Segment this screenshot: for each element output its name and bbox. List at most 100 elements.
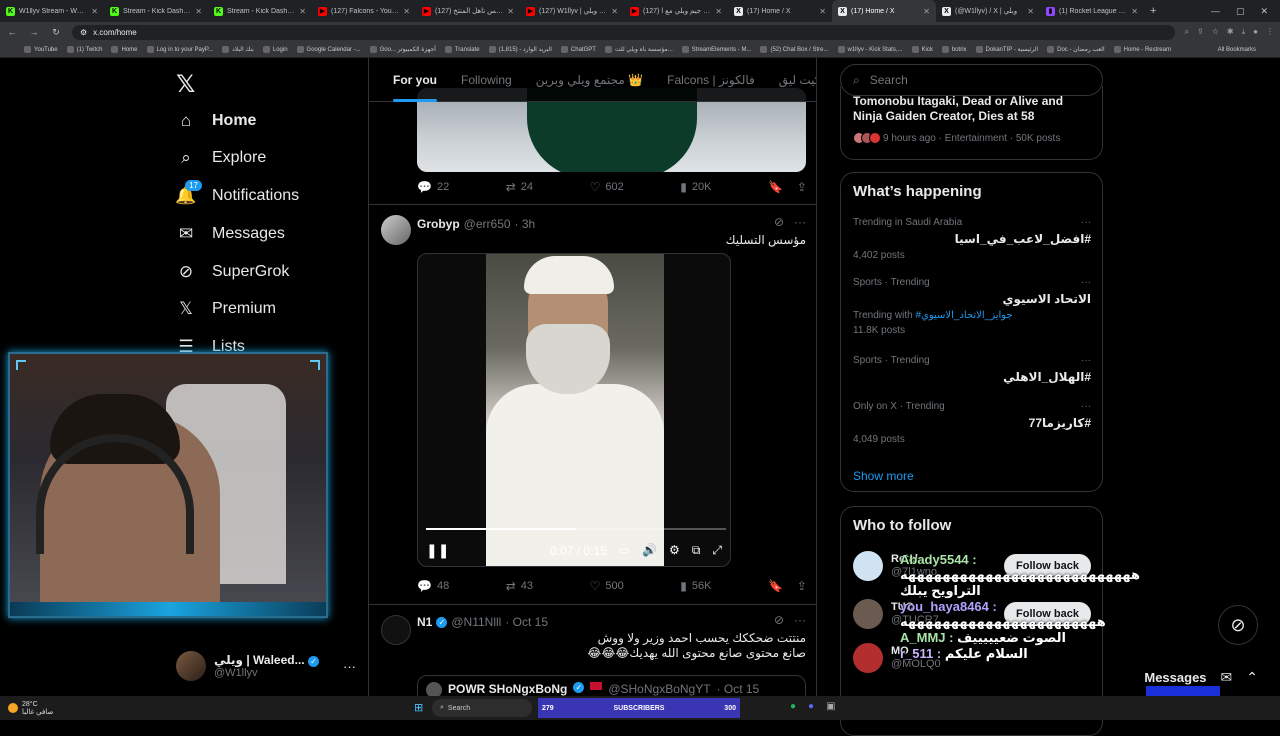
bookmark-item[interactable]: Doc - العب رمضان [1047,46,1105,53]
close-window-icon[interactable]: ✕ [1260,6,1268,17]
post-time[interactable]: · 3h [515,217,536,231]
bookmark-item[interactable]: Log in to your PayP... [146,46,213,53]
new-tab-icon[interactable]: + [1144,5,1162,17]
nav-item-notifications[interactable]: 🔔 17 Notifications [175,180,299,206]
browser-tab[interactable]: X (17) Home / X ✕ [832,0,936,22]
more-dots-icon[interactable]: ··· [794,613,806,627]
app-icon[interactable]: ▣ [826,701,835,712]
tab-community-4[interactable]: روكيت ليق | RL [767,58,816,102]
grok-icon[interactable]: ⊘ [774,613,784,627]
forward-icon[interactable]: → [28,27,40,37]
reply-button[interactable]: 💬 22 [417,180,449,194]
nav-item-messages[interactable]: ✉ Messages [176,224,285,244]
views-button[interactable]: ▮ 56K [680,579,711,593]
pause-icon[interactable]: ❚❚ [426,542,449,559]
weather-widget[interactable]: 28°C صافي غالبا [0,701,200,716]
repost-button[interactable]: ⇄ 24 [506,180,533,194]
spotify-icon[interactable]: ● [790,701,796,712]
menu-dots-icon[interactable]: ⋮ [1266,27,1274,37]
bookmark-icon[interactable]: 🔖 [768,579,783,593]
browser-tab[interactable]: X (17) Home / X ✕ [728,0,832,22]
download-icon[interactable]: ⤓ [1242,27,1246,37]
x-logo-icon[interactable]: 𝕏 [176,70,195,99]
browser-tab[interactable]: ▶ (127) مين جيم ويلي مع ا ✕ [624,0,728,22]
post[interactable]: Grobyp @err650 · 3h ⊘ ··· مؤسس التسليك ❚… [369,204,816,604]
news-card[interactable]: Tomonobu Itagaki, Dead or Alive and Ninj… [840,86,1103,160]
show-more-link[interactable]: Show more [853,469,914,483]
nav-item-explore[interactable]: ⌕ Explore [176,148,266,168]
more-dots-icon[interactable]: ··· [1081,217,1091,228]
more-dots-icon[interactable]: ··· [1081,355,1091,366]
nav-item-home[interactable]: ⌂ Home [176,111,257,131]
share-icon[interactable]: ⇪ [797,180,807,194]
trend-item[interactable]: Trending in Saudi Arabia ··· #افضل_لاعب_في… [853,217,1091,261]
trend-item[interactable]: Only on X · Trending ··· #كاريزما77 4,049 p… [853,401,1091,445]
maximize-icon[interactable]: ▢ [1236,6,1245,17]
close-tab-icon[interactable]: ✕ [195,7,202,16]
close-tab-icon[interactable]: ✕ [299,7,306,16]
site-info-icon[interactable]: ⚙ [80,28,87,37]
avatar[interactable] [381,615,411,645]
captions-icon[interactable]: ▭ [619,543,630,558]
browser-tab[interactable]: ▶ (127) W1llyv | ويلي - You✕ [520,0,624,22]
more-dots-icon[interactable]: ··· [794,215,806,229]
reply-button[interactable]: 💬 48 [417,579,449,593]
bookmark-item[interactable]: Goo... أجهزة الكمبيوتر [369,46,436,53]
avatar[interactable] [853,643,883,673]
discord-icon[interactable]: ● [808,701,814,712]
account-switcher[interactable]: ويلي | Waleed... ✓ @W1llyv ··· [176,646,356,686]
taskbar-search[interactable]: ⌕ Search [432,699,532,717]
tab-community-3[interactable]: Falcons | فالكونز [655,58,767,102]
share-icon[interactable]: ⇪ [797,579,807,593]
nav-item-premium[interactable]: 𝕏 Premium [176,299,276,319]
more-dots-icon[interactable]: ··· [343,659,356,674]
browser-tab[interactable]: ▮ (1) Rocket League - Twitc ✕ [1040,0,1144,22]
grok-float-icon[interactable]: ⊘ [1218,605,1258,645]
fullscreen-icon[interactable]: ⤢ [712,543,722,558]
close-tab-icon[interactable]: ✕ [403,7,410,16]
bookmark-item[interactable]: w1llyv - Kick Stats,... [837,46,903,53]
post-author-name[interactable]: Grobyp [417,217,460,231]
bookmark-star-icon[interactable]: ☆ [1212,27,1219,37]
avatar[interactable] [853,551,883,581]
back-icon[interactable]: ← [6,27,18,37]
browser-tab[interactable]: K Stream - Kick Dashboard✕ [104,0,208,22]
bookmark-item[interactable]: Home - Restream [1113,46,1171,53]
like-button[interactable]: ♡ 602 [590,180,624,194]
bookmark-item[interactable]: ChatGPT [560,46,596,53]
views-button[interactable]: ▮ 20K [680,180,711,194]
bookmark-item[interactable]: YouTube [24,46,58,53]
bookmark-item[interactable]: مؤسسة باه ويلي للت... [604,46,673,53]
trend-item[interactable]: Sports · Trending ··· #الهلال_الاهلي [853,355,1091,384]
expand-up-icon[interactable]: ⌃ [1246,669,1258,686]
browser-tab[interactable]: ▶ (127) Falcons - YouTube✕ [312,0,416,22]
like-button[interactable]: ♡ 500 [590,579,624,593]
post-author-handle[interactable]: @err650 [464,217,511,231]
bookmark-item[interactable]: Login [262,46,288,53]
bookmark-item[interactable]: البريد الوارد - (1,815) [488,46,552,53]
trend-item[interactable]: Sports · Trending ··· الاتحاد الاسيوي Trend… [853,277,1091,336]
settings-icon[interactable]: ⚙ [669,543,680,558]
url-input[interactable]: ⚙ x.com/home [72,24,1175,40]
extension-icon[interactable]: ✱ [1227,27,1234,37]
trend-link[interactable]: #جوايز_الاتحاد_الاسيوي [915,310,1012,321]
reload-icon[interactable]: ↻ [50,27,62,38]
video-player[interactable]: ❚❚ 0:07 / 0:15 ▭ 🔊 ⚙ ⧉ ⤢ [417,253,731,567]
zoom-icon[interactable]: ⌕ [1185,27,1189,37]
close-tab-icon[interactable]: ✕ [1027,7,1034,16]
tab-following[interactable]: Following [449,58,524,102]
bookmark-item[interactable]: DokanTIP - الرئيسية [975,46,1038,53]
pip-icon[interactable]: ⧉ [692,543,701,558]
more-dots-icon[interactable]: ··· [1081,401,1091,412]
volume-icon[interactable]: 🔊 [642,543,657,558]
profile-avatar-icon[interactable]: ● [1253,27,1258,37]
bookmark-item[interactable]: Kick [911,46,933,53]
tab-for-you[interactable]: For you [381,58,449,102]
minimize-icon[interactable]: — [1211,6,1220,17]
browser-tab[interactable]: K W1llyv Stream - Watch Li ✕ [0,0,104,22]
nav-item-supergrok[interactable]: ⊘ SuperGrok [176,262,290,282]
all-bookmarks[interactable]: All Bookmarks [1218,47,1256,53]
grok-icon[interactable]: ⊘ [774,215,784,229]
post-author-handle[interactable]: @N11Nlll [451,615,501,629]
close-tab-icon[interactable]: ✕ [715,7,722,16]
